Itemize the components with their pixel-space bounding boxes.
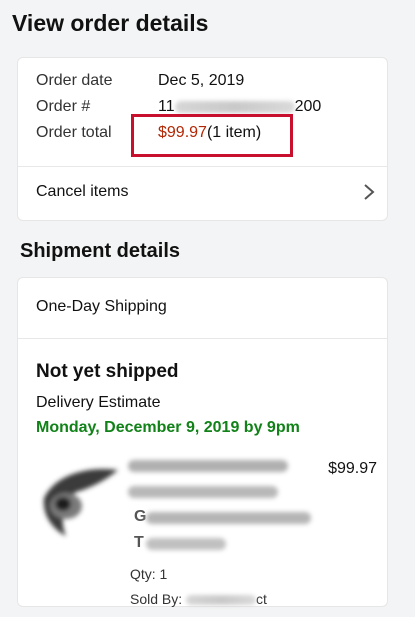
cancel-items-label: Cancel items: [36, 183, 129, 200]
divider: [18, 338, 387, 339]
redacted-line: [146, 512, 311, 524]
sold-by: Sold By: ct: [130, 591, 267, 607]
delivery-estimate-label: Delivery Estimate: [36, 394, 161, 411]
title-line-3: G: [128, 508, 318, 525]
order-number-prefix: 11: [158, 98, 175, 115]
title-initial: T: [134, 534, 144, 551]
item-price: $99.97: [328, 460, 377, 477]
product-thumbnail[interactable]: [36, 458, 126, 548]
shipment-card: One-Day Shipping Not yet shipped Deliver…: [17, 277, 388, 607]
item-quantity: Qty: 1: [130, 566, 168, 582]
title-line-4: T: [128, 534, 318, 551]
delivery-estimate-date: Monday, December 9, 2019 by 9pm: [36, 419, 300, 436]
shipping-method: One-Day Shipping: [36, 298, 167, 315]
page-title: View order details: [12, 10, 209, 36]
redacted-line: [128, 460, 288, 472]
order-date-label: Order date: [36, 72, 113, 89]
order-number-redacted: [174, 100, 295, 113]
order-date-value: Dec 5, 2019: [158, 72, 245, 89]
order-total-highlight-box: [131, 114, 293, 157]
product-title-redacted[interactable]: G T: [128, 460, 318, 551]
redacted-line: [128, 486, 278, 498]
sold-by-suffix: ct: [256, 591, 267, 607]
order-summary-card: Order date Dec 5, 2019 Order # 11 200 Ord…: [17, 57, 388, 221]
redacted-line: [146, 538, 226, 550]
shipment-details-title: Shipment details: [20, 240, 181, 262]
cancel-items-button[interactable]: Cancel items: [18, 166, 387, 222]
title-initial: G: [134, 508, 147, 525]
order-number-suffix: 200: [294, 98, 322, 115]
chevron-right-icon: [364, 184, 375, 200]
sold-by-label: Sold By:: [130, 591, 183, 607]
shipment-status: Not yet shipped: [36, 361, 179, 382]
seller-name-redacted: [186, 595, 257, 606]
